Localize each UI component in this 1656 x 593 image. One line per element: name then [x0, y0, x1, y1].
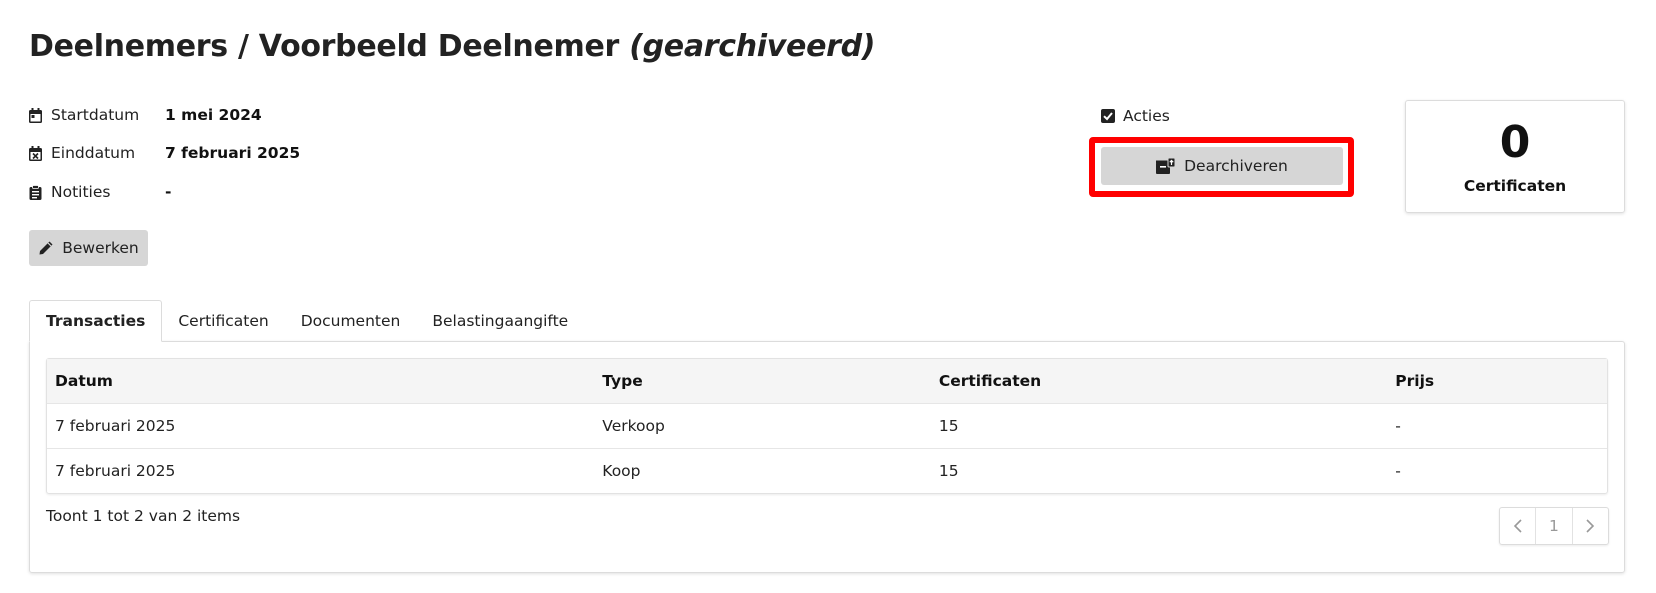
actions-label: Acties — [1123, 107, 1170, 125]
page-number-button[interactable]: 1 — [1535, 508, 1571, 544]
certificates-count: 0 — [1499, 117, 1531, 168]
dearchive-button-label: Dearchiveren — [1184, 157, 1288, 175]
cell-type: Koop — [602, 462, 641, 480]
archived-status: (gearchiveerd) — [629, 29, 876, 64]
actions-toggle[interactable]: Acties — [1101, 105, 1170, 127]
edit-button-label: Bewerken — [62, 239, 139, 257]
start-date-value: 1 mei 2024 — [165, 106, 262, 124]
pagination: 1 — [1499, 507, 1609, 545]
cell-type: Verkoop — [602, 417, 665, 435]
certificates-count-label: Certificaten — [1463, 177, 1567, 195]
cell-datum: 7 februari 2025 — [55, 417, 176, 435]
notes-row: Notities - — [29, 181, 171, 203]
clipboard-icon — [29, 184, 42, 200]
cell-prijs: - — [1395, 417, 1401, 435]
unarchive-icon — [1156, 157, 1176, 175]
cell-prijs: - — [1395, 462, 1401, 480]
chevron-left-icon — [1513, 519, 1522, 533]
end-date-label: Einddatum — [51, 144, 136, 162]
calendar-icon — [29, 107, 42, 123]
page-title: Deelnemers / Voorbeeld Deelnemer (gearch… — [29, 29, 876, 64]
dearchive-button[interactable]: Dearchiveren — [1101, 147, 1343, 185]
tab-bar: Transacties Certificaten Documenten Bela… — [29, 300, 584, 342]
column-header-prijs[interactable]: Prijs — [1387, 372, 1607, 390]
end-date-value: 7 februari 2025 — [165, 144, 301, 162]
certificates-stat-card: 0 Certificaten — [1405, 100, 1625, 213]
table-summary: Toont 1 tot 2 van 2 items — [46, 507, 241, 525]
column-header-certificaten[interactable]: Certificaten — [931, 372, 1387, 390]
start-date-row: Startdatum 1 mei 2024 — [29, 104, 262, 126]
column-header-datum[interactable]: Datum — [47, 372, 594, 390]
edit-button[interactable]: Bewerken — [29, 230, 148, 266]
tab-certificaten[interactable]: Certificaten — [162, 300, 284, 342]
start-date-label: Startdatum — [51, 106, 140, 124]
tab-transacties[interactable]: Transacties — [29, 300, 163, 342]
cell-certificaten: 15 — [938, 462, 959, 480]
table-row[interactable]: 7 februari 2025 Koop 15 - — [47, 448, 1607, 493]
tab-belastingaangifte[interactable]: Belastingaangifte — [416, 300, 584, 342]
transactions-panel: Datum Type Certificaten Prijs 7 februari… — [29, 341, 1625, 573]
chevron-right-icon — [1586, 519, 1595, 533]
next-page-button[interactable] — [1571, 508, 1608, 544]
table-row[interactable]: 7 februari 2025 Verkoop 15 - — [47, 403, 1607, 448]
notes-value: - — [165, 183, 172, 201]
prev-page-button[interactable] — [1500, 508, 1535, 544]
checkbox-checked-icon[interactable] — [1101, 109, 1115, 123]
end-date-row: Einddatum 7 februari 2025 — [29, 142, 300, 164]
transactions-table: Datum Type Certificaten Prijs 7 februari… — [46, 358, 1608, 494]
column-header-type[interactable]: Type — [594, 372, 931, 390]
cell-certificaten: 15 — [938, 417, 959, 435]
notes-label: Notities — [51, 183, 111, 201]
table-header-row: Datum Type Certificaten Prijs — [47, 359, 1607, 403]
cell-datum: 7 februari 2025 — [55, 462, 176, 480]
calendar-x-icon — [29, 145, 42, 161]
page-title-main: Deelnemers / Voorbeeld Deelnemer — [29, 29, 630, 64]
pencil-icon — [38, 240, 54, 256]
tab-documenten[interactable]: Documenten — [285, 300, 417, 342]
